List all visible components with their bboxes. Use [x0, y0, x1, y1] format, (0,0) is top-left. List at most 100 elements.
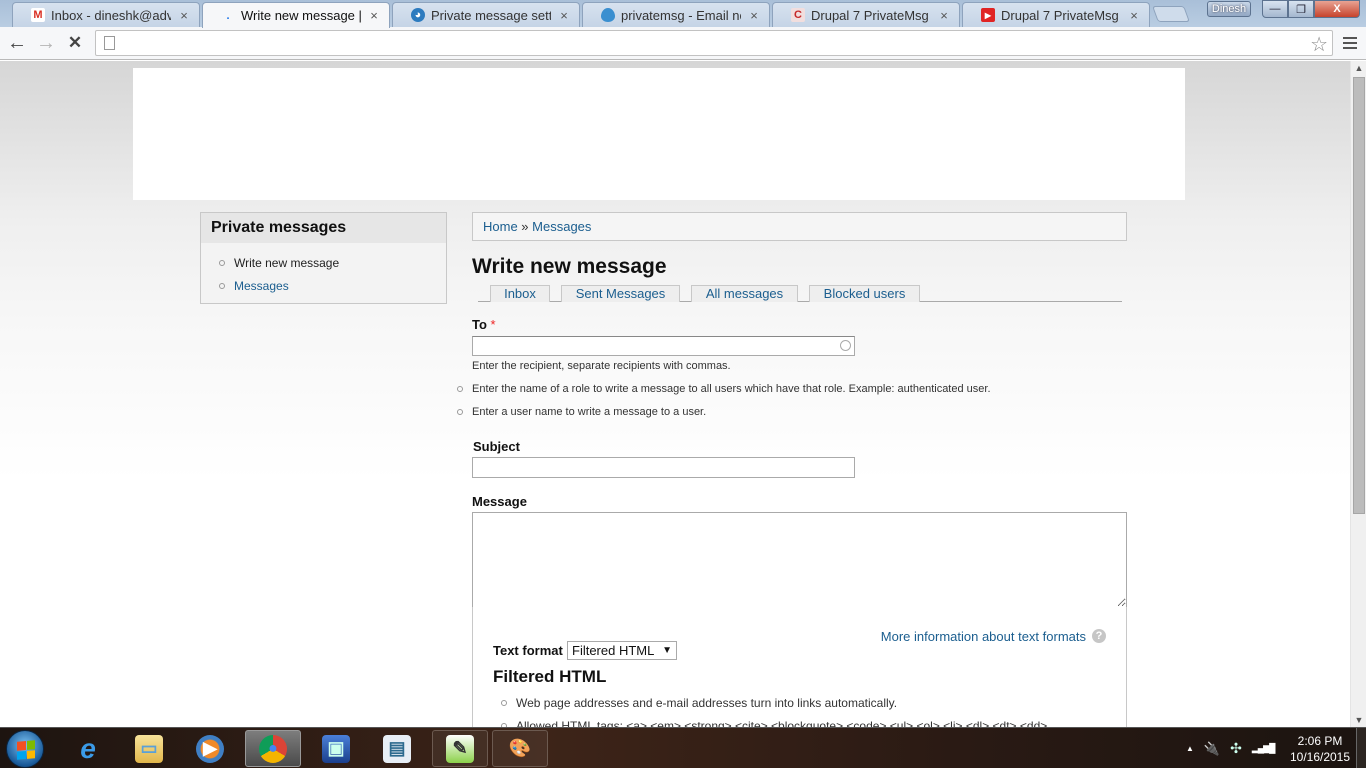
- remote-desktop-icon: ▣: [322, 734, 350, 763]
- browser-tab-drupal-privatemsg-youtube[interactable]: ▶ Drupal 7 PrivateMsg Mod ×: [962, 2, 1150, 27]
- taskbar-notepad-plus-plus[interactable]: ✎: [432, 730, 488, 767]
- format-tip: Web page addresses and e-mail addresses …: [501, 691, 1047, 714]
- dropdown-arrow-icon: ▼: [662, 645, 672, 656]
- bullet-icon: [219, 282, 225, 289]
- header-banner: [133, 68, 1185, 200]
- to-description: Enter the recipient, separate recipients…: [472, 360, 731, 372]
- to-hint-role: Enter the name of a role to write a mess…: [457, 383, 991, 395]
- minimize-button[interactable]: —: [1262, 0, 1288, 18]
- bookmark-star-icon[interactable]: ☆: [1310, 32, 1328, 57]
- page-icon: [104, 36, 115, 50]
- browser-tab-drupal-privatemsg-1[interactable]: C Drupal 7 PrivateMsg Mod ×: [772, 2, 960, 27]
- show-desktop-button[interactable]: [1356, 728, 1366, 768]
- menu-icon-bar: [1343, 47, 1357, 49]
- text-format-select[interactable]: Filtered HTML ▼: [567, 641, 677, 660]
- close-tab-icon[interactable]: ×: [367, 8, 381, 23]
- close-tab-icon[interactable]: ×: [557, 8, 571, 23]
- sidebar-item-label[interactable]: Messages: [234, 276, 289, 296]
- subject-label: Subject: [473, 439, 520, 454]
- tab-title: privatemsg - Email notific: [621, 7, 741, 23]
- text-format-label: Text format: [493, 643, 563, 658]
- chrome-menu-button[interactable]: [1340, 32, 1360, 54]
- browser-toolbar: ← → ✕ ☆: [0, 27, 1366, 60]
- profile-button[interactable]: Dinesh: [1207, 1, 1251, 17]
- help-icon[interactable]: ?: [1092, 629, 1106, 643]
- breadcrumb-messages-link[interactable]: Messages: [532, 219, 591, 234]
- scrollbar-thumb[interactable]: [1353, 77, 1365, 514]
- taskbar-internet-explorer[interactable]: e: [60, 730, 116, 767]
- message-tabs: Inbox Sent Messages All messages Blocked…: [478, 285, 1122, 302]
- page-scrollbar[interactable]: ▲ ▼: [1350, 61, 1366, 727]
- breadcrumb-separator: »: [517, 219, 533, 234]
- windows-logo-icon: [17, 740, 35, 760]
- text-format-selected: Filtered HTML: [572, 643, 655, 658]
- sidebar-item-label[interactable]: Write new message: [234, 253, 339, 273]
- close-tab-icon[interactable]: ×: [747, 8, 761, 23]
- gmail-icon: M: [31, 8, 45, 22]
- new-tab-button[interactable]: [1152, 6, 1190, 22]
- scroll-up-arrow-icon[interactable]: ▲: [1351, 61, 1366, 75]
- close-tab-icon[interactable]: ×: [177, 8, 191, 23]
- tab-sent-messages[interactable]: Sent Messages: [561, 285, 680, 302]
- tab-all-messages[interactable]: All messages: [691, 285, 798, 302]
- bullet-icon: [457, 386, 463, 392]
- stop-loading-button[interactable]: ✕: [62, 31, 88, 55]
- tab-title: Drupal 7 PrivateMsg Mod: [1001, 7, 1121, 23]
- tab-blocked-users[interactable]: Blocked users: [809, 285, 920, 302]
- paint-icon: 🎨: [508, 738, 532, 758]
- browser-tab-privatemsg-email[interactable]: privatemsg - Email notific ×: [582, 2, 770, 27]
- browser-tab-write-message[interactable]: . Write new message | Anin ×: [202, 2, 390, 28]
- breadcrumb-home-link[interactable]: Home: [483, 219, 518, 234]
- system-tray: ▲ 🔌 ✣ ▂▄▆█: [1186, 728, 1276, 768]
- taskbar-remote-desktop[interactable]: ▣: [308, 730, 364, 767]
- app-window-icon: ▤: [383, 734, 411, 763]
- sidebar-item-write-new-message[interactable]: Write new message: [219, 251, 446, 274]
- dropbox-icon[interactable]: ✣: [1230, 740, 1242, 757]
- browser-tab-gmail[interactable]: M Inbox - dineshk@advents ×: [12, 2, 200, 27]
- text-format-wrapper: More information about text formats ? Te…: [472, 607, 1127, 727]
- format-tip: Allowed HTML tags: <a> <em> <strong> <ci…: [501, 714, 1047, 727]
- taskbar-chrome[interactable]: ●: [245, 730, 301, 767]
- to-field[interactable]: [472, 336, 855, 356]
- format-tips-list: Web page addresses and e-mail addresses …: [501, 691, 1047, 727]
- restore-button[interactable]: ❐: [1288, 0, 1314, 18]
- subject-input[interactable]: [472, 457, 855, 478]
- back-button[interactable]: ←: [4, 31, 30, 55]
- hint-text: Enter the name of a role to write a mess…: [472, 383, 991, 395]
- bullet-icon: [219, 259, 225, 266]
- power-icon[interactable]: 🔌: [1204, 741, 1220, 757]
- taskbar-file-explorer[interactable]: ▭: [121, 730, 177, 767]
- format-tip-text: Allowed HTML tags: <a> <em> <strong> <ci…: [516, 718, 1048, 728]
- start-button[interactable]: [6, 730, 44, 768]
- taskbar-media-player[interactable]: ▶: [182, 730, 238, 767]
- browser-tab-private-message-settings[interactable]: ◕ Private message settings ×: [392, 2, 580, 27]
- taskbar-paint[interactable]: 🎨: [492, 730, 548, 767]
- sidebar-item-messages[interactable]: Messages: [219, 274, 446, 297]
- menu-icon-bar: [1343, 42, 1357, 44]
- window-controls: — ❐ X: [1262, 0, 1360, 18]
- block-title: Private messages: [201, 213, 446, 243]
- close-window-button[interactable]: X: [1314, 0, 1360, 18]
- message-textarea[interactable]: [472, 512, 1127, 608]
- breadcrumb: Home » Messages: [472, 212, 1127, 241]
- format-tip-text: Web page addresses and e-mail addresses …: [516, 695, 898, 710]
- to-input[interactable]: [473, 337, 833, 355]
- taskbar-app-window[interactable]: ▤: [369, 730, 425, 767]
- required-marker: *: [490, 317, 496, 332]
- show-hidden-icons-button[interactable]: ▲: [1186, 744, 1194, 753]
- chrome-icon: ●: [259, 734, 287, 763]
- more-info-text-formats-link[interactable]: More information about text formats: [881, 629, 1086, 644]
- taskbar-clock[interactable]: 2:06 PM 10/16/2015: [1285, 733, 1355, 765]
- folder-icon: ▭: [135, 734, 163, 763]
- close-tab-icon[interactable]: ×: [937, 8, 951, 23]
- c-logo-icon: C: [791, 8, 805, 22]
- youtube-icon: ▶: [981, 8, 995, 22]
- close-tab-icon[interactable]: ×: [1127, 8, 1141, 23]
- address-bar[interactable]: ☆: [95, 30, 1333, 56]
- tab-title: Private message settings: [431, 7, 551, 23]
- network-signal-icon[interactable]: ▂▄▆█: [1252, 743, 1276, 754]
- scroll-down-arrow-icon[interactable]: ▼: [1351, 713, 1366, 727]
- url-input[interactable]: [122, 33, 1302, 53]
- tab-inbox[interactable]: Inbox: [490, 285, 550, 302]
- forward-button[interactable]: →: [33, 31, 59, 55]
